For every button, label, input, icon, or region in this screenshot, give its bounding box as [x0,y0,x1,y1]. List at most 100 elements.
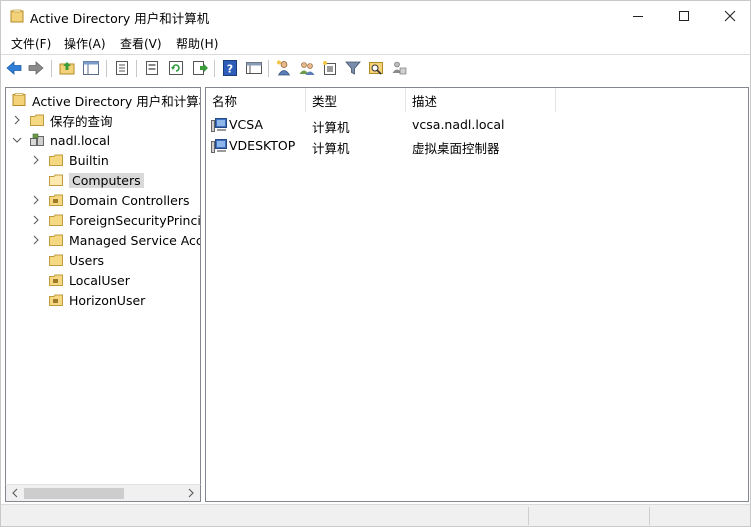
cell-type: 计算机 [312,141,350,156]
ad-root-icon [12,93,26,106]
tree-pane[interactable]: Active Directory 用户和计算机 保存的查询 nadl.local… [5,87,201,502]
cell-type: 计算机 [312,120,350,135]
list-item[interactable]: VDESKTOP 计算机 虚拟桌面控制器 [206,136,748,156]
toolbar-separator [268,60,269,77]
folder-icon [49,174,63,186]
column-header-name[interactable]: 名称 [206,88,306,112]
column-header-description[interactable]: 描述 [406,88,556,112]
tree-item-domain-controllers[interactable]: Domain Controllers [30,190,189,210]
list-item[interactable]: VCSA 计算机 vcsa.nadl.local [206,115,748,135]
tree-item-horizonuser[interactable]: HorizonUser [30,290,145,310]
cell-description: 虚拟桌面控制器 [412,141,500,156]
computer-icon [211,118,227,132]
delegate-icon[interactable] [390,59,408,77]
folder-icon [49,234,63,246]
tree-item-localuser[interactable]: LocalUser [30,270,130,290]
tree-label: Builtin [69,152,109,168]
toolbar-separator [106,60,107,77]
maximize-icon [679,11,689,21]
close-icon [724,10,736,22]
list-pane[interactable]: 名称 类型 描述 VCSA 计算机 vcsa.nadl.local VDESKT… [205,87,749,502]
app-folder-icon [10,9,24,23]
ou-folder-icon [49,274,63,286]
folder-icon [49,254,63,266]
forward-icon[interactable] [27,59,45,77]
tree-horizontal-scrollbar[interactable] [5,484,201,502]
scroll-right-icon[interactable] [186,488,196,498]
filter-icon[interactable] [344,59,362,77]
tree-item-users[interactable]: Users [30,250,104,270]
back-icon[interactable] [5,59,23,77]
computer-icon [211,139,227,153]
tree-label: LocalUser [69,272,130,288]
tree-root-label: Active Directory 用户和计算机 [32,93,201,109]
toolbar-separator [51,60,52,77]
minimize-icon [633,16,643,17]
find-icon[interactable] [367,59,385,77]
chevron-right-icon[interactable] [30,154,42,166]
folder-icon [49,154,63,166]
tree-item-builtin[interactable]: Builtin [30,150,109,170]
folder-icon [30,114,44,126]
toolbar-separator [214,60,215,77]
tree-item-domain[interactable]: nadl.local [11,130,110,150]
tree-label: Users [69,252,105,268]
chevron-down-icon[interactable] [11,134,23,146]
menu-action[interactable]: 操作(A) [64,35,106,52]
export-icon[interactable] [191,59,209,77]
menu-bar: 文件(F) 操作(A) 查看(V) 帮助(H) [1,32,750,53]
tree-label-selected: Computers [69,172,144,188]
tree-item-foreign-security-principals[interactable]: ForeignSecurityPrincipals [30,210,201,230]
ou-folder-icon [49,294,63,306]
properties-icon[interactable] [113,59,131,77]
title-bar: Active Directory 用户和计算机 [1,1,750,31]
chevron-right-icon[interactable] [30,234,42,246]
cell-description: vcsa.nadl.local [412,117,505,132]
tree-label: Domain Controllers [69,192,190,208]
svg-text:?: ? [227,63,233,76]
up-folder-icon[interactable] [58,59,76,77]
help-icon[interactable]: ? [221,59,239,77]
status-divider [649,507,650,525]
console-icon[interactable] [245,59,263,77]
export-list-icon[interactable] [143,59,161,77]
scroll-left-icon[interactable] [10,488,20,498]
menu-file[interactable]: 文件(F) [11,35,51,52]
scroll-thumb[interactable] [24,488,124,499]
tree-label: Managed Service Accounts [69,232,200,248]
tree-item-computers[interactable]: Computers [30,170,144,190]
tree-label: ForeignSecurityPrincipals [69,212,201,228]
toolbar: ? [1,54,750,82]
tree-label: nadl.local [50,132,111,148]
status-divider [528,507,529,525]
tree-root[interactable]: Active Directory 用户和计算机 [11,90,201,110]
tree-label: 保存的查询 [50,113,113,129]
menu-help[interactable]: 帮助(H) [176,35,218,52]
window-title: Active Directory 用户和计算机 [30,11,210,26]
tree-label: HorizonUser [69,292,146,308]
folder-icon [49,214,63,226]
show-hide-tree-icon[interactable] [82,59,100,77]
domain-icon [30,133,44,146]
toolbar-separator [136,60,137,77]
ad-users-computers-window: Active Directory 用户和计算机 文件(F) 操作(A) 查看(V… [0,0,751,527]
chevron-right-icon[interactable] [30,194,42,206]
chevron-right-icon[interactable] [30,214,42,226]
column-header-type[interactable]: 类型 [306,88,406,112]
maximize-button[interactable] [661,1,707,31]
status-bar [1,504,750,526]
new-ou-icon[interactable] [321,59,339,77]
minimize-button[interactable] [615,1,661,31]
menu-view[interactable]: 查看(V) [120,35,162,52]
new-group-icon[interactable] [298,59,316,77]
chevron-right-icon[interactable] [11,114,23,126]
new-user-icon[interactable] [275,59,293,77]
refresh-icon[interactable] [167,59,185,77]
close-button[interactable] [707,1,751,31]
tree-item-managed-service-accounts[interactable]: Managed Service Accounts [30,230,200,250]
tree-item-saved-queries[interactable]: 保存的查询 [11,110,113,130]
